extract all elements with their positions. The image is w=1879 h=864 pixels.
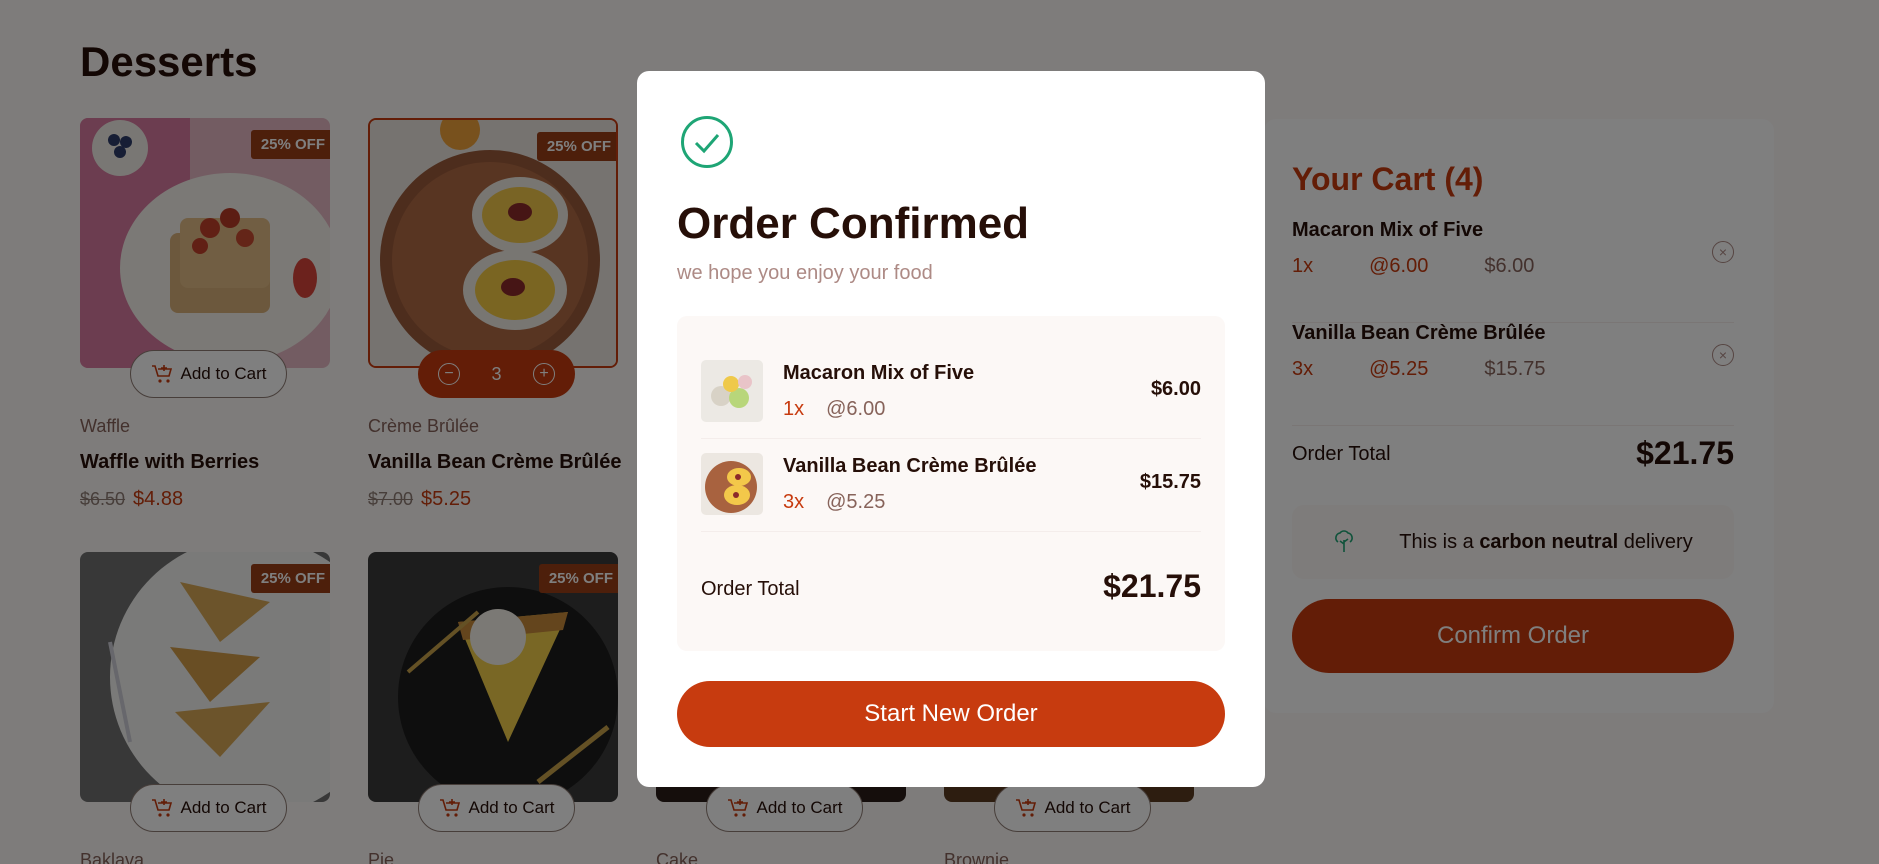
summary-item-details: 3x @5.25 [783,491,885,514]
summary-item: Macaron Mix of Five 1x @6.00 $6.00 [701,346,1201,439]
order-summary: Macaron Mix of Five 1x @6.00 $6.00 Vanill… [677,316,1225,651]
order-total-value: $21.75 [1103,568,1201,604]
modal-title: Order Confirmed [677,199,1030,248]
summary-item-total: $6.00 [1150,378,1201,400]
item-thumbnail [701,360,763,422]
summary-item: Vanilla Bean Crème Brûlée 3x @5.25 $15.75 [701,439,1201,532]
check-circle-icon [681,116,733,168]
summary-item-unit-price: @5.25 [826,491,886,513]
item-thumbnail [701,453,763,515]
summary-item-details: 1x @6.00 [783,398,885,421]
summary-item-qty: 1x [783,398,805,420]
summary-item-name: Vanilla Bean Crème Brûlée [783,455,1037,477]
modal-subtitle: we hope you enjoy your food [677,262,933,284]
summary-item-unit-price: @6.00 [826,398,886,420]
order-confirmed-modal: Order Confirmed we hope you enjoy your f… [637,71,1265,787]
summary-item-name: Macaron Mix of Five [783,362,975,384]
summary-item-total: $15.75 [1139,471,1201,493]
summary-item-qty: 3x [783,491,805,513]
order-total-label: Order Total [701,578,800,600]
start-new-order-button[interactable]: Start New Order [677,681,1225,747]
